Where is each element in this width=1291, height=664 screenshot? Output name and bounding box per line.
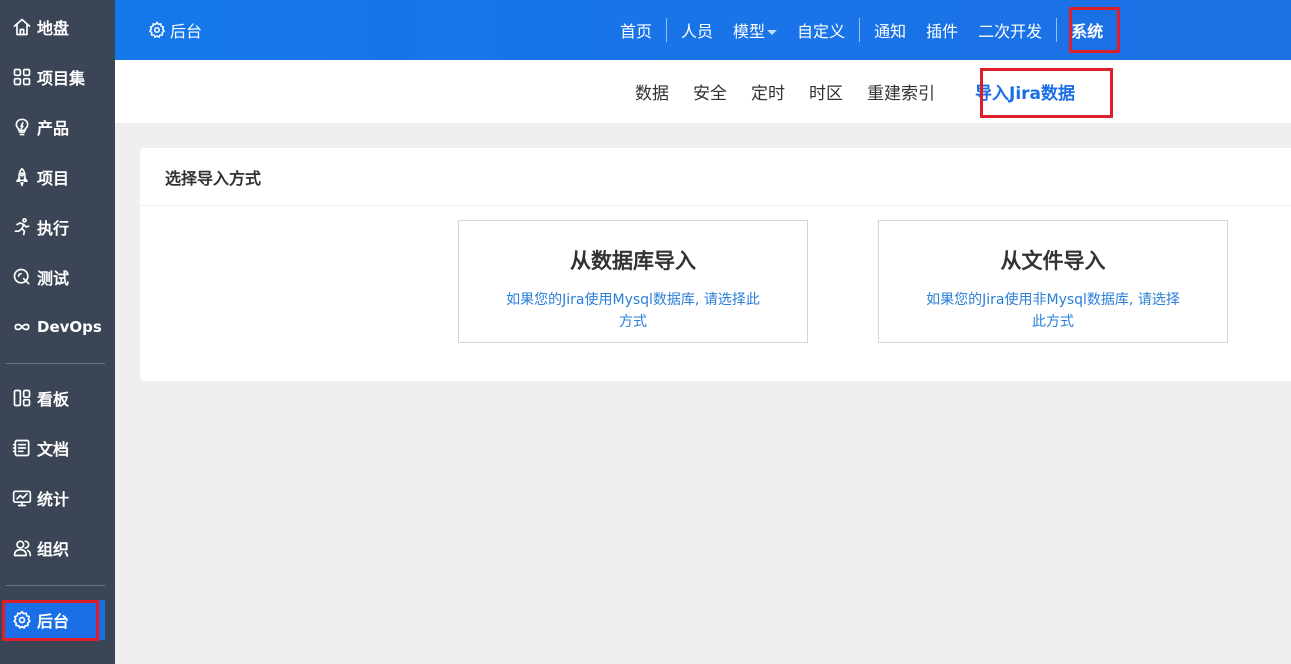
sub-nav: 数据 安全 定时 时区 重建索引 导入Jira数据 — [623, 60, 1087, 123]
gear-icon — [148, 21, 166, 39]
import-from-file-card[interactable]: 从文件导入 如果您的Jira使用非Mysql数据库, 请选择此方式 — [878, 220, 1228, 343]
sidebar-item-label: 组织 — [37, 540, 70, 559]
sidebar-item-label: DevOps — [37, 318, 102, 336]
home-icon — [12, 17, 32, 37]
sidebar-item-label: 后台 — [37, 612, 70, 631]
nav-separator — [859, 18, 861, 42]
nav-separator — [1056, 18, 1058, 42]
grid-icon — [12, 67, 32, 87]
nav-system[interactable]: 系统 — [1061, 18, 1113, 42]
sidebar-item-label: 项目 — [37, 169, 70, 188]
subnav-data[interactable]: 数据 — [623, 79, 681, 104]
sidebar-item-label: 产品 — [37, 119, 70, 138]
sidebar-item-stats[interactable]: 统计 — [0, 478, 115, 518]
subnav-cron[interactable]: 定时 — [739, 79, 797, 104]
subnav-timezone[interactable]: 时区 — [797, 79, 855, 104]
nav-secondary-dev[interactable]: 二次开发 — [968, 18, 1052, 42]
card-title: 从数据库导入 — [570, 249, 696, 273]
sub-navbar: 数据 安全 定时 时区 重建索引 导入Jira数据 — [115, 60, 1291, 123]
doc-icon — [12, 438, 32, 458]
import-from-database-card[interactable]: 从数据库导入 如果您的Jira使用Mysql数据库, 请选择此方式 — [458, 220, 808, 343]
run-icon — [12, 217, 32, 237]
card-desc: 如果您的Jira使用Mysql数据库, 请选择此方式 — [506, 292, 760, 330]
sidebar-item-test[interactable]: 测试 — [0, 257, 115, 297]
users-icon — [12, 538, 32, 558]
top-nav: 首页 人员 模型 自定义 通知 插件 二次开发 系统 — [610, 0, 1113, 60]
sidebar-item-label: 统计 — [37, 490, 70, 509]
nav-notify[interactable]: 通知 — [864, 18, 916, 42]
sidebar-divider — [6, 585, 105, 586]
sidebar-item-product[interactable]: 产品 — [0, 107, 115, 147]
infinity-icon — [12, 317, 32, 337]
app-brand[interactable]: 后台 — [148, 0, 202, 60]
sidebar-item-label: 执行 — [37, 219, 70, 238]
rocket-icon — [12, 167, 32, 187]
sidebar-item-label: 地盘 — [37, 19, 70, 38]
subnav-security[interactable]: 安全 — [681, 79, 739, 104]
sidebar-item-label: 文档 — [37, 440, 70, 459]
sidebar-item-label: 项目集 — [37, 69, 86, 88]
nav-home[interactable]: 首页 — [610, 18, 662, 42]
nav-plugin[interactable]: 插件 — [916, 18, 968, 42]
sidebar-item-label: 测试 — [37, 269, 70, 288]
nav-model[interactable]: 模型 — [723, 18, 787, 42]
bulb-icon — [12, 117, 32, 137]
gear-icon — [12, 610, 32, 630]
sidebar-item-program[interactable]: 项目集 — [0, 57, 115, 97]
card-desc: 如果您的Jira使用非Mysql数据库, 请选择此方式 — [926, 292, 1180, 330]
sidebar-item-execution[interactable]: 执行 — [0, 207, 115, 247]
sidebar-item-doc[interactable]: 文档 — [0, 428, 115, 468]
nav-model-label: 模型 — [733, 22, 766, 41]
sidebar-item-label: 看板 — [37, 390, 70, 409]
sidebar: 地盘 项目集 产品 项目 执行 测试 DevOps 看板 文档 统计 组织 后台 — [0, 0, 115, 664]
sidebar-divider — [6, 363, 105, 364]
sidebar-item-devops[interactable]: DevOps — [0, 307, 115, 347]
sidebar-item-org[interactable]: 组织 — [0, 528, 115, 568]
monitor-icon — [12, 488, 32, 508]
sidebar-item-admin[interactable]: 后台 — [5, 600, 105, 640]
nav-separator — [666, 18, 668, 42]
sidebar-item-project[interactable]: 项目 — [0, 157, 115, 197]
test-icon — [12, 267, 32, 287]
kanban-icon — [12, 388, 32, 408]
import-panel: 选择导入方式 从数据库导入 如果您的Jira使用Mysql数据库, 请选择此方式… — [140, 148, 1291, 381]
panel-title: 选择导入方式 — [140, 148, 1291, 206]
sidebar-item-dashboard[interactable]: 地盘 — [0, 7, 115, 47]
nav-custom[interactable]: 自定义 — [787, 18, 855, 42]
card-title: 从文件导入 — [1000, 249, 1106, 273]
brand-label: 后台 — [170, 22, 203, 41]
subnav-rebuild-index[interactable]: 重建索引 — [855, 79, 947, 104]
nav-people[interactable]: 人员 — [671, 18, 723, 42]
caret-down-icon — [767, 30, 778, 35]
subnav-import-jira[interactable]: 导入Jira数据 — [947, 79, 1087, 104]
top-navbar: 后台 首页 人员 模型 自定义 通知 插件 二次开发 系统 — [115, 0, 1291, 60]
sidebar-item-kanban[interactable]: 看板 — [0, 378, 115, 418]
